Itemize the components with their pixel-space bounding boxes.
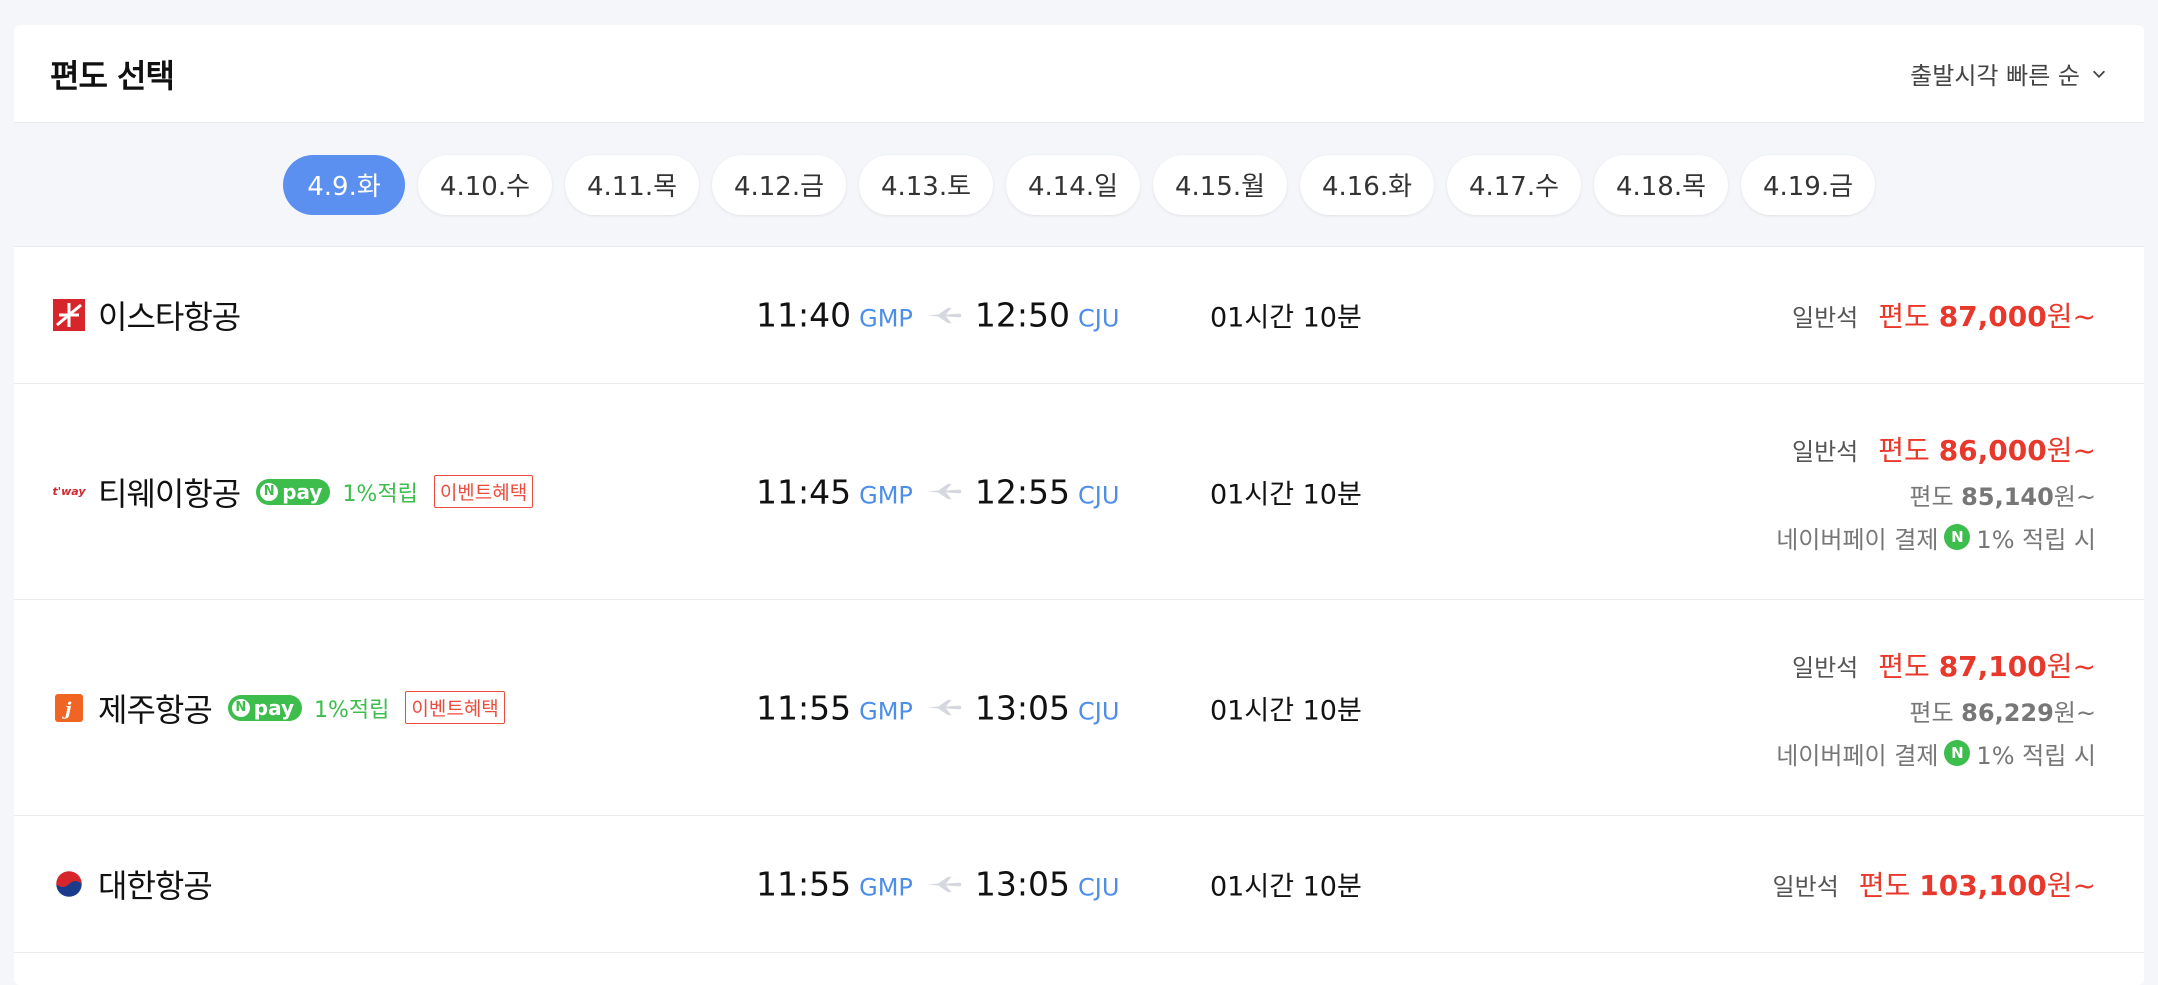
departure-time: 11:40 [756, 295, 852, 335]
arrival-time: 12:55 [974, 472, 1070, 511]
jejuair-logo-icon: j [52, 691, 86, 725]
sort-label: 출발시각 빠른 순 [1910, 62, 2080, 90]
flight-duration: 01시간 10분 [1210, 695, 1362, 726]
naver-n-icon: N [260, 482, 279, 501]
airline-name: 티웨이항공 [98, 474, 241, 513]
departure-time: 11:55 [756, 864, 852, 904]
airline-info: t'way 티웨이항공 Npay 1%적립 이벤트혜택 [52, 469, 534, 515]
npay-note: 네이버페이 결제 N 1% 적립 시 [1776, 740, 2096, 770]
plane-icon [926, 483, 962, 500]
page-title: 편도 선택 [50, 56, 175, 95]
event-badge: 이벤트혜택 [405, 691, 505, 724]
koreanair-logo-icon [52, 867, 86, 901]
date-chip[interactable]: 4.10.수 [418, 154, 552, 215]
npay-fare: 편도 85,140원~ [1909, 482, 2096, 511]
flight-times: 11:55 GMP 13:05 CJU [756, 688, 1119, 727]
departure-code: GMP [859, 304, 913, 333]
npay-badge: Npay [256, 478, 331, 505]
sort-dropdown[interactable]: 출발시각 빠른 순 [1910, 56, 2108, 91]
arrival-time: 13:05 [974, 864, 1070, 904]
eastar-logo-icon [52, 298, 86, 332]
flight-duration: 01시간 10분 [1210, 871, 1362, 903]
naver-n-icon: N [1944, 740, 1971, 766]
flight-row[interactable]: t'way 티웨이항공 Npay 1%적립 이벤트혜택 11:45 GMP 12… [14, 384, 2144, 600]
date-chip-selected[interactable]: 4.9.화 [283, 154, 405, 215]
date-chip[interactable]: 4.16.화 [1300, 154, 1434, 215]
flight-times: 11:40 GMP 12:50 CJU [756, 296, 1119, 335]
panel-header: 편도 선택 출발시각 빠른 순 [14, 25, 2144, 123]
fare-price: 편도 87,000원~ [1878, 300, 2096, 333]
seat-class: 일반석 [1792, 437, 1859, 466]
date-chip[interactable]: 4.15.월 [1153, 154, 1287, 215]
plane-icon [926, 699, 962, 716]
arrival-code: CJU [1078, 304, 1120, 333]
price-block: 일반석 편도 87,000원~ [1792, 295, 2096, 335]
date-chip[interactable]: 4.14.일 [1006, 154, 1140, 215]
flight-row[interactable]: 대한항공 11:55 GMP 13:05 CJU 01시간 10분 일반석 편도… [14, 816, 2144, 953]
fare-price: 편도 103,100원~ [1858, 869, 2096, 902]
fare-price: 편도 87,100원~ [1878, 649, 2096, 683]
npay-fare: 편도 86,229원~ [1909, 698, 2096, 727]
flight-selection-panel: 편도 선택 출발시각 빠른 순 4.9.화 4.10.수 4.11.목 4.12… [14, 25, 2144, 985]
price-block: 일반석 편도 86,000원~ 편도 85,140원~ 네이버페이 결제 N 1% … [1776, 429, 2096, 555]
date-chip[interactable]: 4.13.토 [859, 154, 993, 215]
naver-n-icon: N [231, 698, 250, 717]
departure-time: 11:45 [756, 472, 852, 511]
airline-info: 대한항공 [52, 861, 213, 907]
arrival-time: 12:50 [974, 295, 1070, 335]
plane-icon [926, 307, 962, 323]
naver-n-icon: N [1944, 524, 1971, 550]
airline-info: 이스타항공 [52, 292, 241, 338]
departure-code: GMP [859, 873, 913, 902]
npay-badge: Npay [227, 694, 302, 721]
seat-class: 일반석 [1792, 304, 1859, 332]
airline-name: 제주항공 [98, 690, 213, 729]
date-selector: 4.9.화 4.10.수 4.11.목 4.12.금 4.13.토 4.14.일… [14, 123, 2144, 247]
price-block: 일반석 편도 103,100원~ [1773, 864, 2096, 904]
flight-duration: 01시간 10분 [1210, 302, 1362, 334]
flight-row[interactable]: 이스타항공 11:40 GMP 12:50 CJU 01시간 10분 일반석 편… [14, 247, 2144, 384]
date-chip[interactable]: 4.17.수 [1447, 154, 1581, 215]
flight-row[interactable]: j 제주항공 Npay 1%적립 이벤트혜택 11:55 GMP 13:05 C… [14, 600, 2144, 816]
arrival-code: CJU [1078, 697, 1120, 725]
seat-class: 일반석 [1792, 653, 1859, 682]
arrival-time: 13:05 [974, 688, 1070, 727]
flight-duration: 01시간 10분 [1210, 479, 1362, 510]
price-block: 일반석 편도 87,100원~ 편도 86,229원~ 네이버페이 결제 N 1% … [1776, 645, 2096, 771]
fare-price: 편도 86,000원~ [1878, 433, 2096, 467]
arrival-code: CJU [1078, 873, 1120, 902]
airline-info: j 제주항공 Npay 1%적립 이벤트혜택 [52, 685, 505, 731]
date-chip[interactable]: 4.11.목 [565, 154, 699, 215]
event-badge: 이벤트혜택 [433, 475, 534, 508]
date-chip[interactable]: 4.19.금 [1741, 154, 1875, 215]
date-chip[interactable]: 4.18.목 [1594, 154, 1728, 215]
arrival-code: CJU [1078, 481, 1120, 509]
earn-rate: 1%적립 [314, 697, 390, 723]
npay-note: 네이버페이 결제 N 1% 적립 시 [1776, 524, 2096, 554]
flight-times: 11:55 GMP 13:05 CJU [756, 865, 1119, 904]
flight-times: 11:45 GMP 12:55 CJU [756, 472, 1119, 511]
airline-name: 대한항공 [98, 867, 213, 905]
departure-code: GMP [859, 481, 913, 509]
airline-name: 이스타항공 [98, 298, 241, 336]
departure-time: 11:55 [756, 688, 852, 727]
earn-rate: 1%적립 [342, 481, 418, 507]
tway-logo-icon: t'way [52, 485, 86, 498]
date-chip[interactable]: 4.12.금 [712, 154, 846, 215]
chevron-down-icon [2092, 70, 2106, 78]
seat-class: 일반석 [1772, 873, 1839, 901]
plane-icon [926, 876, 962, 892]
departure-code: GMP [859, 697, 913, 725]
